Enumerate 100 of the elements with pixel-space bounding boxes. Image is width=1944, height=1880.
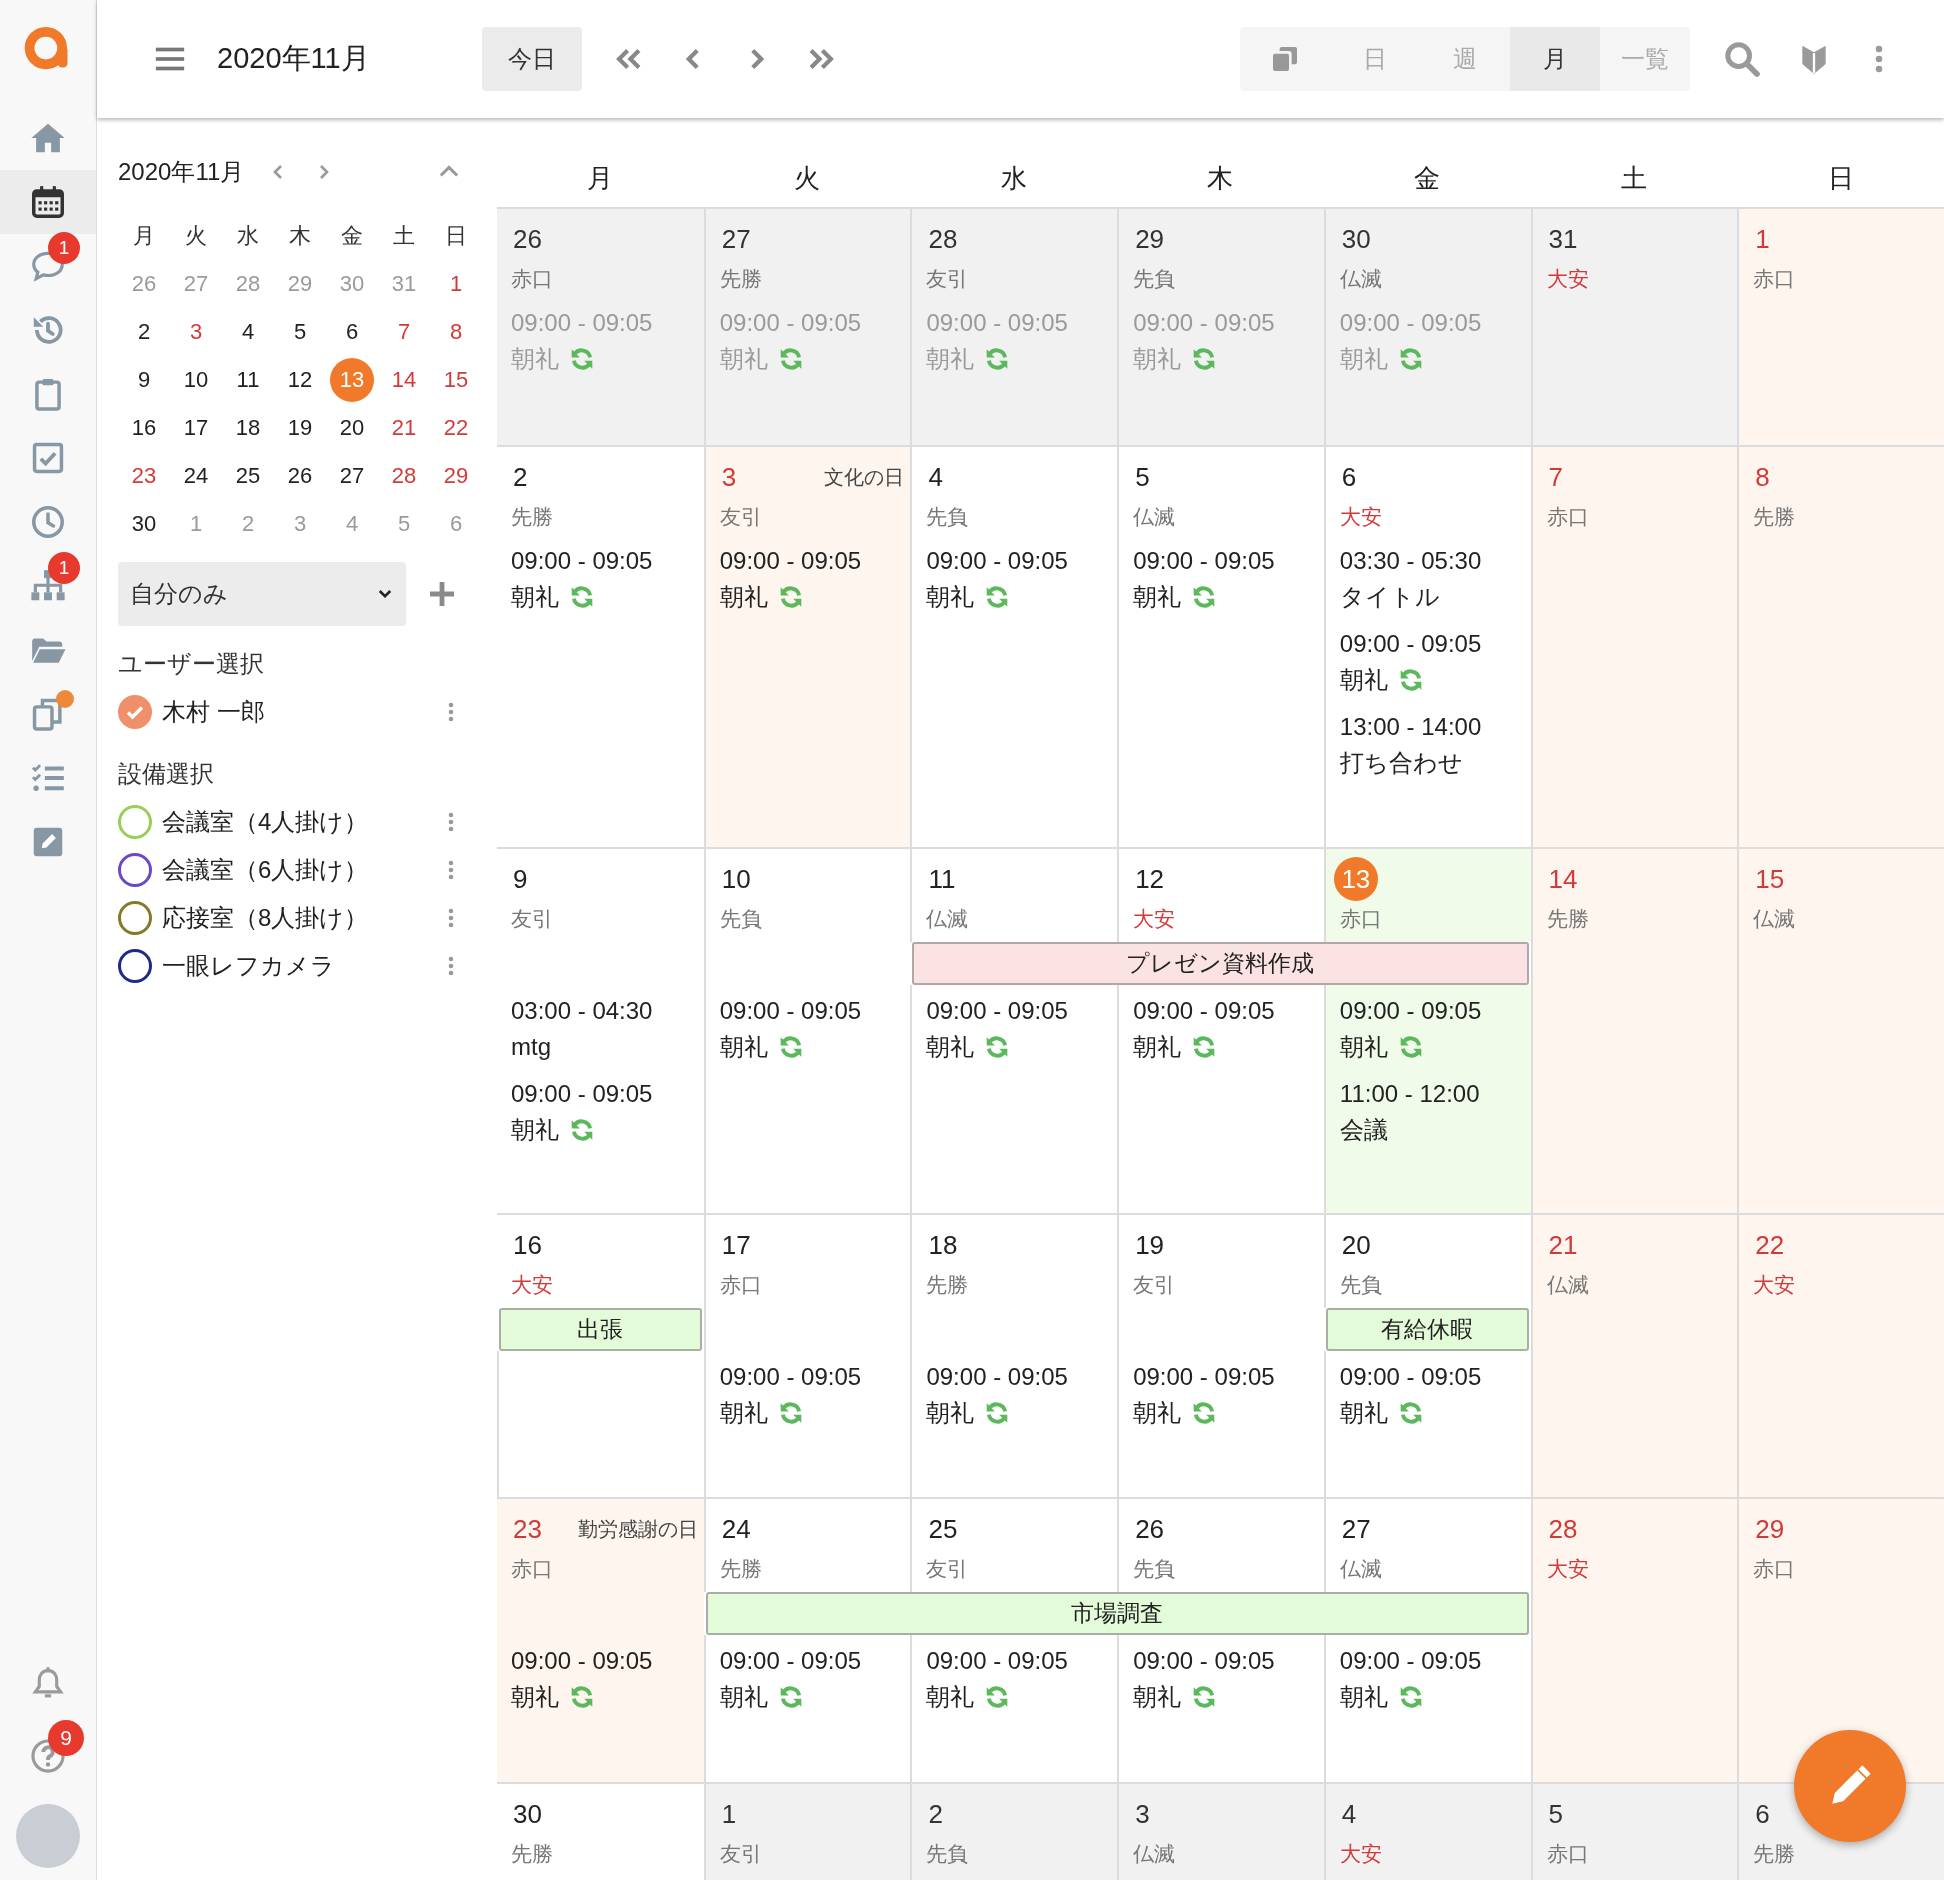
day-number[interactable]: 28 [926, 223, 958, 255]
checkbox[interactable] [118, 901, 152, 935]
day-number[interactable]: 26 [1133, 1513, 1165, 1545]
day-number[interactable]: 30 [1339, 223, 1371, 255]
view-tab[interactable]: 月 [1510, 27, 1600, 91]
event-title[interactable]: 朝礼 [719, 581, 768, 613]
event-title[interactable]: タイトル [1339, 581, 1440, 613]
day-number[interactable]: 16 [511, 1229, 542, 1261]
mini-calendar-day[interactable]: 3 [174, 310, 218, 354]
search-icon[interactable] [1722, 39, 1762, 79]
mini-calendar-day[interactable]: 27 [330, 454, 374, 498]
event-time[interactable]: 09:00 - 09:05 [926, 993, 1112, 1029]
mini-calendar-day[interactable]: 6 [330, 310, 374, 354]
mini-calendar-day[interactable]: 1 [434, 262, 478, 306]
day-cell[interactable]: 23 勤労感謝の日 赤口 09:00 - 09:05 朝礼 [497, 1499, 704, 1782]
event-time[interactable]: 11:00 - 12:00 [1339, 1076, 1525, 1112]
day-number[interactable]: 1 [719, 1798, 737, 1830]
day-cell[interactable]: 13 赤口 [1323, 849, 1531, 942]
day-number[interactable]: 29 [1133, 223, 1165, 255]
day-number[interactable]: 2 [511, 461, 528, 493]
event-title[interactable]: 朝礼 [926, 1681, 975, 1713]
nav-item[interactable]: 1 [0, 234, 96, 298]
event-time[interactable]: 03:00 - 04:30 [511, 993, 698, 1029]
event-title[interactable]: 朝礼 [1339, 1681, 1388, 1713]
day-cell[interactable]: 8 先勝 [1737, 447, 1944, 847]
day-number[interactable]: 30 [511, 1798, 542, 1830]
event-time[interactable]: 09:00 - 09:05 [511, 1076, 698, 1112]
mini-calendar-day[interactable]: 30 [122, 502, 166, 546]
mini-calendar-day[interactable]: 28 [382, 454, 426, 498]
day-number[interactable]: 27 [719, 223, 751, 255]
day-number[interactable]: 8 [1753, 461, 1770, 493]
mini-calendar-day[interactable]: 5 [278, 310, 322, 354]
event-time[interactable]: 09:00 - 09:05 [926, 1643, 1112, 1679]
day-cell[interactable]: 22 大安 [1737, 1215, 1944, 1497]
day-number[interactable]: 17 [719, 1229, 751, 1261]
day-number[interactable]: 31 [1546, 223, 1578, 255]
mini-calendar-day[interactable]: 2 [122, 310, 166, 354]
event-title[interactable]: 朝礼 [1339, 664, 1388, 696]
event-time[interactable]: 09:00 - 09:05 [719, 993, 905, 1029]
event-title[interactable]: 朝礼 [1133, 1681, 1182, 1713]
mini-calendar-day[interactable]: 23 [122, 454, 166, 498]
day-cell[interactable]: 21 仏滅 [1530, 1215, 1738, 1497]
day-cell[interactable]: 3 文化の日 友引 09:00 - 09:05 朝礼 [703, 447, 911, 847]
nav-item[interactable]: 1 [0, 554, 96, 618]
event-time[interactable]: 09:00 - 09:05 [1133, 543, 1318, 579]
day-number[interactable]: 23 [511, 1513, 542, 1545]
event-time[interactable]: 09:00 - 09:05 [719, 1359, 905, 1395]
day-cell[interactable]: 1 友引 [703, 1784, 911, 1880]
checkbox[interactable] [118, 949, 152, 983]
day-number[interactable]: 2 [926, 1798, 943, 1830]
mini-calendar-day[interactable]: 17 [174, 406, 218, 450]
day-cell[interactable]: 5 赤口 [1530, 1784, 1738, 1880]
event-title[interactable]: 朝礼 [1133, 1031, 1182, 1063]
event-title[interactable]: 打ち合わせ [1339, 747, 1463, 779]
day-number[interactable]: 6 [1339, 461, 1357, 493]
mini-calendar-day[interactable]: 24 [174, 454, 218, 498]
day-number[interactable]: 5 [1133, 461, 1150, 493]
mini-calendar-day[interactable]: 12 [278, 358, 322, 402]
event-title[interactable]: 朝礼 [511, 1114, 559, 1146]
day-number[interactable]: 11 [926, 863, 956, 895]
day-number[interactable]: 29 [1753, 1513, 1785, 1545]
event-title[interactable]: 朝礼 [926, 1031, 975, 1063]
checkbox[interactable] [118, 853, 152, 887]
event-title[interactable]: 朝礼 [1339, 1031, 1388, 1063]
event-time[interactable]: 09:00 - 09:05 [926, 543, 1112, 579]
event-bar[interactable]: プレゼン資料作成 [912, 942, 1529, 985]
day-cell[interactable]: 29 先負 09:00 - 09:05 朝礼 [1117, 209, 1324, 445]
event-title[interactable]: 朝礼 [511, 1681, 559, 1713]
day-number[interactable]: 9 [511, 863, 528, 895]
day-cell[interactable]: 14 先勝 [1530, 849, 1738, 1213]
mini-calendar-day[interactable]: 7 [382, 310, 426, 354]
day-number[interactable]: 27 [1339, 1513, 1371, 1545]
mini-calendar-day[interactable]: 4 [226, 310, 270, 354]
mini-calendar-day[interactable]: 10 [174, 358, 218, 402]
day-number[interactable]: 4 [1339, 1798, 1357, 1830]
day-number[interactable]: 20 [1339, 1229, 1371, 1261]
mini-calendar-day[interactable]: 18 [226, 406, 270, 450]
event-time[interactable]: 09:00 - 09:05 [719, 1643, 905, 1679]
day-number[interactable]: 26 [511, 223, 542, 255]
event-time[interactable]: 09:00 - 09:05 [1339, 993, 1525, 1029]
day-cell[interactable]: 4 大安 [1323, 1784, 1531, 1880]
event-time[interactable]: 09:00 - 09:05 [1339, 626, 1525, 662]
mini-calendar-day[interactable]: 15 [434, 358, 478, 402]
event-title[interactable]: 朝礼 [719, 1031, 768, 1063]
event-title[interactable]: 会議 [1339, 1114, 1388, 1146]
checkbox[interactable] [118, 805, 152, 839]
day-number[interactable]: 14 [1546, 863, 1578, 895]
event-time[interactable]: 09:00 - 09:05 [1133, 1643, 1318, 1679]
day-number[interactable]: 10 [719, 863, 751, 895]
day-number[interactable]: 22 [1753, 1229, 1785, 1261]
event-time[interactable]: 09:00 - 09:05 [511, 1643, 698, 1679]
day-number[interactable]: 21 [1546, 1229, 1578, 1261]
mini-calendar-day[interactable]: 8 [434, 310, 478, 354]
day-cell[interactable]: 28 友引 09:00 - 09:05 朝礼 [910, 209, 1118, 445]
event-title[interactable]: 朝礼 [926, 581, 975, 613]
mini-calendar-day[interactable]: 19 [278, 406, 322, 450]
day-cell[interactable]: 30 仏滅 09:00 - 09:05 朝礼 [1323, 209, 1531, 445]
event-title[interactable]: 朝礼 [719, 1397, 768, 1429]
nav-item[interactable] [0, 170, 96, 234]
day-number[interactable]: 25 [926, 1513, 958, 1545]
